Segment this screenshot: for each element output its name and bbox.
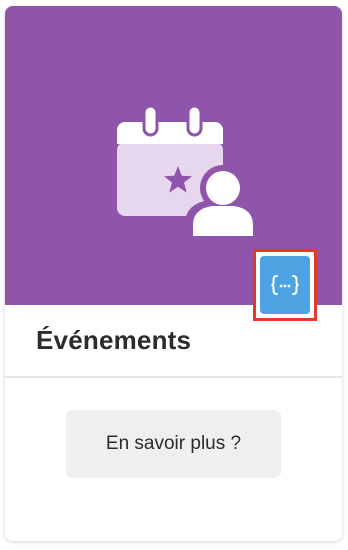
api-badge-button[interactable]: [260, 256, 310, 314]
card-title: Événements: [36, 325, 192, 355]
api-badge-highlight: [253, 249, 317, 321]
learn-more-button[interactable]: En savoir plus ?: [66, 410, 281, 478]
divider: [5, 376, 342, 378]
calendar-star-person-icon: [117, 104, 261, 238]
curly-braces-dots-icon: [271, 275, 299, 295]
